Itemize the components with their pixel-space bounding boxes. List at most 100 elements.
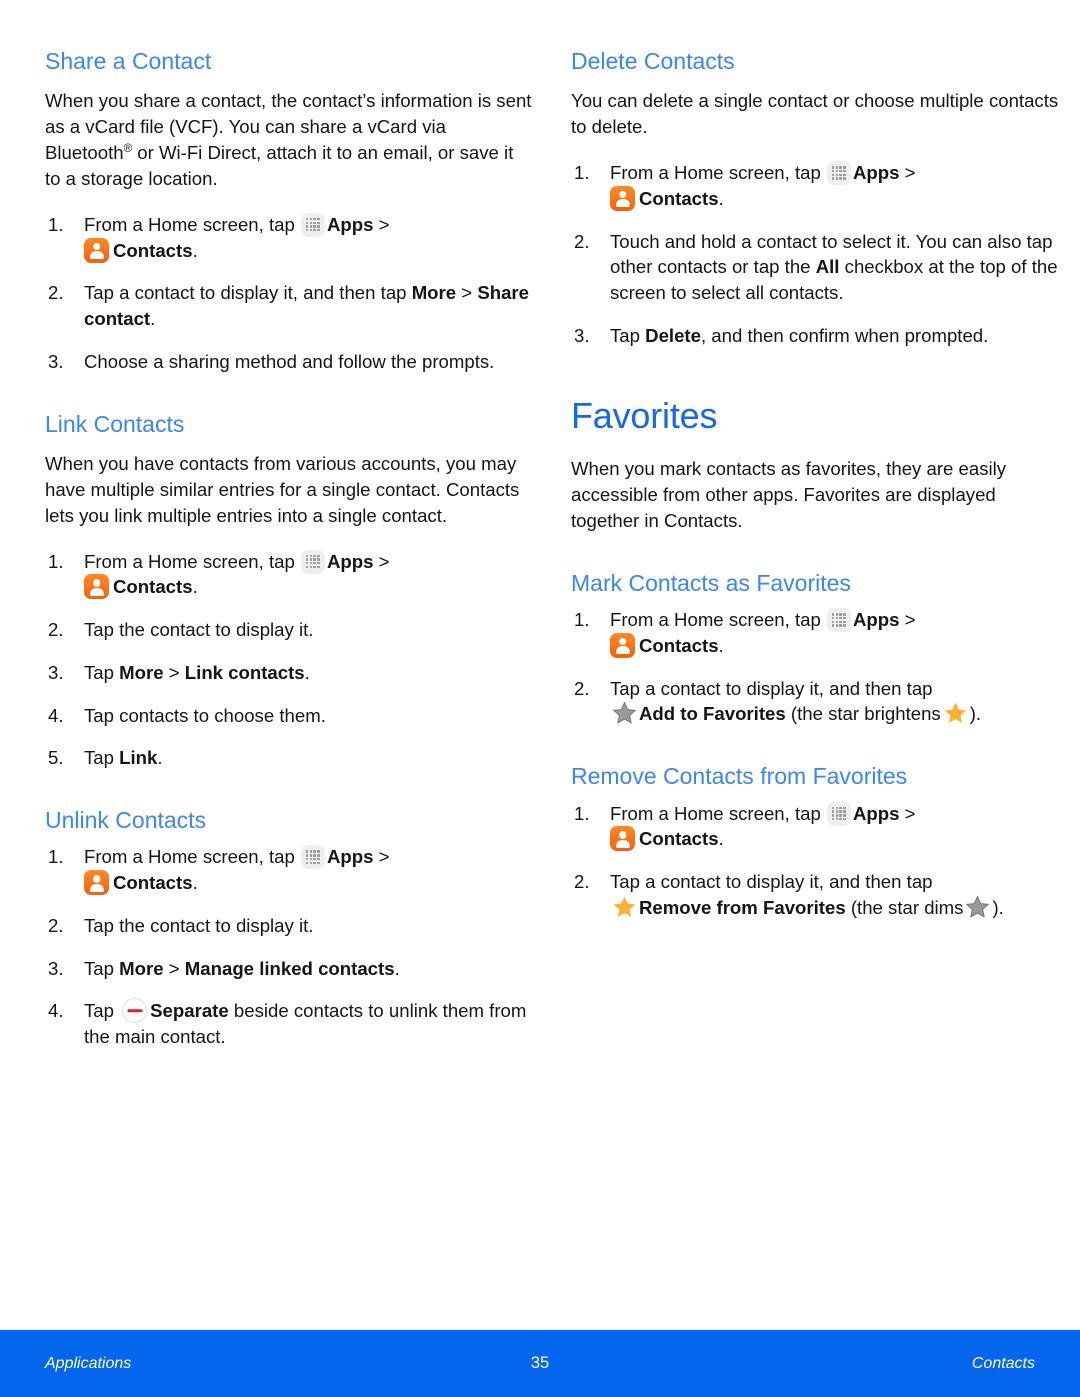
- step-text-end: ).: [992, 896, 1004, 918]
- chevron-text: >: [168, 957, 180, 979]
- chevron-text: >: [904, 162, 916, 184]
- step-item: 2. Tap the contact to display it.: [45, 913, 533, 939]
- step-item: 1. From a Home screen, tap Apps > Contact…: [45, 212, 533, 264]
- apps-label: Apps: [852, 162, 900, 184]
- page-number: 35: [530, 1354, 550, 1372]
- step-number: 2.: [48, 619, 64, 641]
- step-number: 1.: [48, 846, 64, 868]
- document-page: Share a Contact When you share a contact…: [0, 0, 1080, 1397]
- apps-label: Apps: [326, 846, 374, 868]
- step-item: 2. Touch and hold a contact to select it.…: [571, 229, 1059, 306]
- separate-label: Separate: [150, 1000, 229, 1022]
- step-item: 4. Tap Separate beside contacts to unlink…: [45, 998, 533, 1050]
- step-text-cont: (the star brightens: [790, 703, 941, 725]
- step-text: Tap a contact to display it, and then ta…: [84, 282, 407, 304]
- chevron-text: >: [378, 550, 390, 572]
- step-text: From a Home screen, tap: [84, 550, 295, 572]
- heading-unlink-contacts: Unlink Contacts: [45, 807, 207, 834]
- apps-grid-icon: [826, 608, 851, 633]
- remove-from-favorites-label: Remove from Favorites: [639, 896, 846, 918]
- period: .: [192, 872, 198, 894]
- heading-link-contacts: Link Contacts: [45, 410, 185, 437]
- step-text: From a Home screen, tap: [610, 802, 821, 824]
- step-text-end: ).: [969, 703, 982, 725]
- step-number: 2.: [574, 230, 590, 252]
- chevron-text: >: [378, 213, 390, 235]
- step-text: Tap the contact to display it.: [84, 914, 314, 936]
- contacts-app-icon: [84, 237, 109, 263]
- separate-minus-icon: [122, 998, 148, 1024]
- star-bright-icon: [944, 703, 966, 724]
- step-item: 3. Tap More > Link contacts.: [45, 660, 533, 686]
- page-footer: Applications 35 Contacts: [0, 1330, 1080, 1397]
- step-text: Tap a contact to display it, and then ta…: [610, 871, 933, 893]
- contacts-label: Contacts: [113, 576, 193, 598]
- step-text: Tap: [84, 747, 114, 769]
- step-number: 3.: [48, 350, 64, 372]
- paragraph-favorites-intro: When you mark contacts as favorites, the…: [571, 458, 1007, 531]
- step-item: 1. From a Home screen, tap Apps > Contact…: [45, 844, 533, 896]
- period: .: [192, 239, 198, 261]
- contacts-app-icon: [610, 826, 635, 852]
- chevron-text: >: [461, 282, 473, 304]
- star-dim-icon: [612, 701, 637, 725]
- step-number: 2.: [48, 282, 64, 304]
- star-dim-icon: [966, 895, 990, 918]
- step-text: Tap: [84, 1000, 114, 1022]
- steps-remove-favorites: 1. From a Home screen, tap Apps > Contact…: [571, 801, 1059, 921]
- add-to-favorites-label: Add to Favorites: [639, 703, 786, 725]
- step-item: 3. Tap Delete, and then confirm when prom…: [571, 323, 1059, 349]
- step-number: 3.: [574, 324, 590, 346]
- registered-mark: ®: [123, 142, 133, 155]
- footer-right-label: Contacts: [971, 1354, 1035, 1372]
- step-text: Tap: [84, 661, 114, 683]
- period: .: [192, 576, 198, 598]
- contacts-app-icon: [84, 870, 109, 896]
- step-text: From a Home screen, tap: [610, 162, 821, 184]
- step-text: Choose a sharing method and follow the p…: [84, 350, 495, 372]
- step-item: 4. Tap contacts to choose them.: [45, 703, 533, 729]
- step-number: 1.: [48, 213, 64, 235]
- all-label: All: [815, 256, 840, 278]
- contacts-app-icon: [610, 632, 635, 658]
- footer-left-label: Applications: [45, 1354, 132, 1372]
- paragraph-link-contacts-intro: When you have contacts from various acco…: [45, 453, 520, 526]
- apps-label: Apps: [852, 609, 900, 631]
- apps-grid-icon: [826, 801, 851, 826]
- paragraph-delete-contacts-intro: You can delete a single contact or choos…: [571, 90, 1059, 138]
- apps-grid-icon: [300, 845, 325, 870]
- step-item: 2. Tap a contact to display it, and then …: [571, 869, 1059, 921]
- step-number: 1.: [574, 609, 590, 631]
- more-label: More: [119, 957, 164, 979]
- step-number: 1.: [574, 802, 590, 824]
- page-title-favorites: Favorites: [571, 394, 718, 436]
- step-number: 4.: [48, 704, 64, 726]
- step-text: Tap: [610, 324, 640, 346]
- step-number: 1.: [574, 162, 590, 184]
- step-number: 5.: [48, 747, 64, 769]
- step-item: 5. Tap Link.: [45, 745, 533, 771]
- step-text: Tap a contact to display it, and then ta…: [610, 677, 933, 699]
- more-label: More: [119, 661, 164, 683]
- step-number: 4.: [48, 1000, 64, 1022]
- steps-mark-favorites: 1. From a Home screen, tap Apps > Contact…: [571, 607, 1059, 727]
- link-label: Link: [119, 747, 158, 769]
- step-text: From a Home screen, tap: [610, 609, 821, 631]
- steps-link-contacts: 1. From a Home screen, tap Apps > Contact…: [45, 549, 533, 772]
- steps-unlink-contacts: 1. From a Home screen, tap Apps > Contact…: [45, 844, 533, 1050]
- paragraph-share-a-contact-intro: When you share a contact, the contact’s …: [45, 88, 533, 191]
- period: .: [718, 187, 724, 209]
- step-text: From a Home screen, tap: [84, 213, 295, 235]
- contacts-label: Contacts: [639, 187, 719, 209]
- step-item: 1. From a Home screen, tap Apps > Contact…: [571, 607, 1059, 659]
- apps-label: Apps: [326, 213, 374, 235]
- contacts-label: Contacts: [113, 872, 193, 894]
- star-bright-icon: [613, 896, 636, 917]
- step-item: 2. Tap a contact to display it, and then …: [571, 676, 1059, 728]
- period: .: [394, 957, 400, 979]
- step-text: Tap contacts to choose them.: [84, 704, 326, 726]
- period: .: [304, 661, 310, 683]
- step-number: 1.: [48, 550, 64, 572]
- chevron-text: >: [378, 846, 390, 868]
- step-item: 1. From a Home screen, tap Apps > Contact…: [571, 801, 1059, 853]
